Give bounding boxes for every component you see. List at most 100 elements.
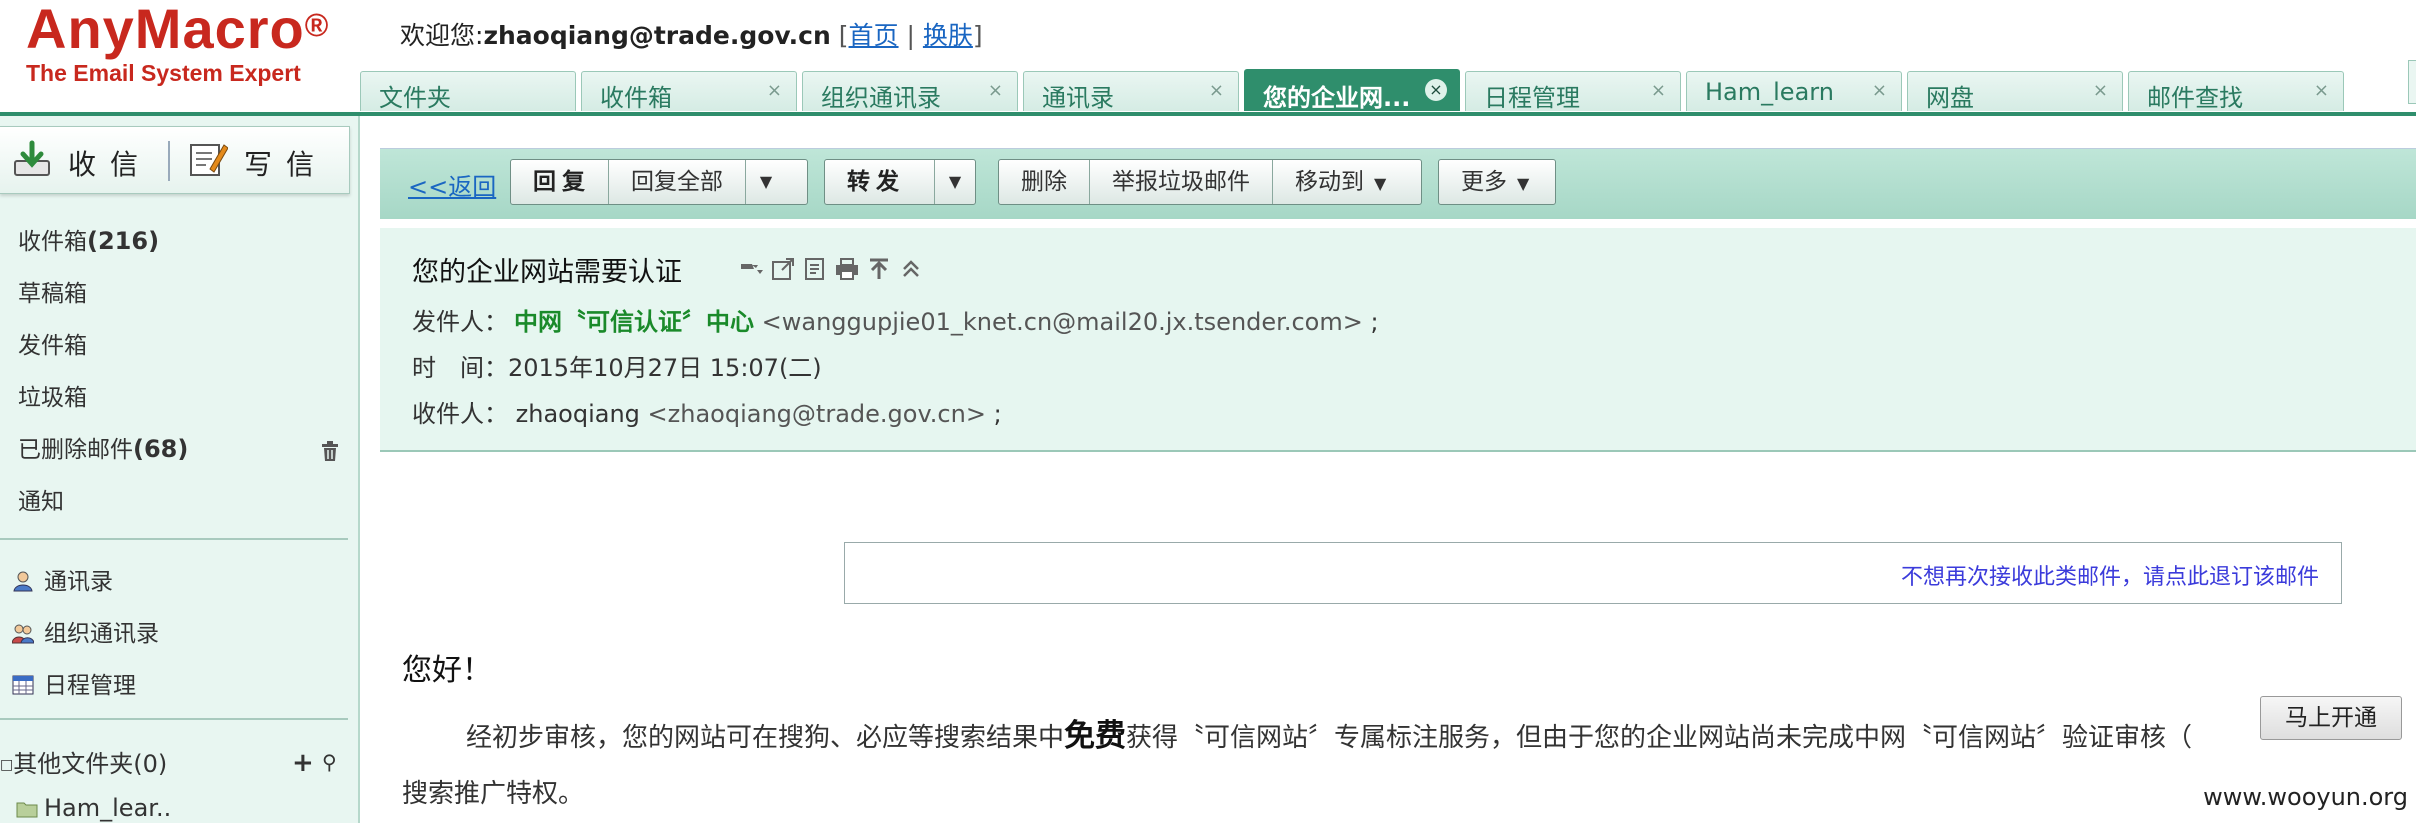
sidebar-item-calendar[interactable]: 日程管理 [12, 666, 136, 700]
folder-label: 收件箱 [18, 229, 87, 255]
sender-name[interactable]: 中网〝可信认证〞中心 [514, 308, 754, 336]
reply-button[interactable]: 回复 [511, 160, 609, 204]
top-header: AnyMacro® The Email System Expert 欢迎您:zh… [0, 0, 2416, 116]
unread-count: (216) [87, 227, 160, 255]
body-text: 经初步审核，您的网站可在搜狗、必应等搜索结果中 [466, 723, 1065, 753]
reply-all-button[interactable]: 回复全部 [609, 160, 746, 204]
header-divider [0, 112, 2416, 116]
move-top-icon[interactable] [866, 256, 892, 282]
to-row: 收件人： zhaoqiang <zhaoqiang@trade.gov.cn> … [412, 394, 1002, 429]
more-label: 更多 [1461, 169, 1507, 195]
emphasis-text: 免费 [1064, 718, 1127, 754]
skin-link[interactable]: 换肤 [923, 21, 973, 50]
collapse-icon[interactable]: □ [0, 757, 13, 773]
from-label: 发件人： [412, 308, 508, 336]
tab-label: 通讯录 [1042, 84, 1114, 112]
tab-folders[interactable]: 文件夹 [360, 71, 576, 112]
sidebar-item-org-contacts[interactable]: 组织通讯录 [12, 614, 159, 648]
welcome-bar: 欢迎您:zhaoqiang@trade.gov.cn [首页 | 换肤] [400, 16, 983, 52]
body-paragraph: 搜索推广特权。 [402, 779, 585, 809]
open-now-button[interactable]: 马上开通 [2260, 696, 2402, 740]
unsubscribe-link[interactable]: 不想再次接收此类邮件，请点此退订该邮件 [1901, 559, 2319, 591]
time-row: 时 间：2015年10月27日 15:07(二) [412, 348, 822, 383]
sidebar-item-label: 日程管理 [44, 673, 136, 699]
forward-dropdown-icon[interactable]: ▼ [935, 160, 975, 204]
from-terminator: ; [1370, 308, 1379, 336]
sidebar: 收信 写信 收件箱(216) 草稿箱 发件箱 垃圾箱 已删除邮件(68) 通知 … [0, 116, 360, 823]
forward-button[interactable]: 转发 [825, 160, 935, 204]
collapse-up-icon[interactable] [898, 256, 924, 282]
sidebar-divider [0, 538, 348, 540]
tab-label: 组织通讯录 [821, 84, 941, 112]
tab-label: 文件夹 [379, 84, 451, 112]
view-source-icon[interactable] [802, 256, 828, 282]
message-header: 您的企业网站需要认证 发件人： 中网〝可信认证〞中心 <wanggupjie01_… [380, 228, 2416, 452]
open-window-icon[interactable] [770, 256, 796, 282]
tab-current-message[interactable]: 您的企业网... × [1244, 69, 1460, 112]
compose-divider [168, 141, 170, 181]
tab-calendar[interactable]: 日程管理 × [1465, 71, 1681, 112]
folder-ham-learn[interactable]: Ham_lear.. [16, 794, 171, 822]
sidebar-divider [0, 718, 348, 720]
folder-label: 草稿箱 [18, 281, 87, 307]
close-icon[interactable]: × [1651, 80, 1666, 101]
reply-dropdown-icon[interactable]: ▼ [746, 160, 786, 204]
receive-label: 收信 [68, 148, 153, 181]
report-spam-button[interactable]: 举报垃圾邮件 [1090, 160, 1273, 204]
close-icon[interactable]: × [767, 80, 782, 101]
flag-icon[interactable] [738, 256, 764, 282]
print-icon[interactable] [834, 256, 860, 282]
tab-label: 收件箱 [600, 84, 672, 112]
watermark: www.wooyun.org [2203, 783, 2408, 811]
move-to-button[interactable]: 移动到 ▼ [1273, 160, 1396, 204]
empty-trash-icon[interactable] [320, 440, 340, 462]
logo-tagline: The Email System Expert [26, 60, 301, 86]
close-icon[interactable]: × [2093, 80, 2108, 101]
more-dropdown-icon: ▼ [1517, 174, 1530, 193]
sidebar-item-contacts[interactable]: 通讯录 [12, 562, 113, 596]
folder-notice[interactable]: 通知 [18, 482, 64, 516]
calendar-icon [12, 675, 34, 695]
folder-deleted[interactable]: 已删除邮件(68) [18, 430, 188, 464]
close-icon[interactable]: × [1872, 80, 1887, 101]
tab-contacts[interactable]: 通讯录 × [1023, 71, 1239, 112]
close-icon[interactable]: × [1209, 80, 1224, 101]
reply-group: 回复 回复全部 ▼ [510, 159, 808, 205]
write-label: 写信 [244, 148, 329, 181]
folder-label: 通知 [18, 489, 64, 515]
body-paragraph: 经初步审核，您的网站可在搜狗、必应等搜索结果中免费获得〝可信网站〞专属标注服务，… [466, 710, 2192, 755]
write-button[interactable]: 写信 [188, 137, 338, 183]
back-link[interactable]: <<返回 [408, 167, 496, 202]
close-icon[interactable]: × [1425, 79, 1447, 101]
tab-label: 网盘 [1926, 84, 1974, 112]
tab-netdisk[interactable]: 网盘 × [1907, 71, 2123, 112]
folder-drafts[interactable]: 草稿箱 [18, 274, 87, 308]
delete-button[interactable]: 删除 [999, 160, 1090, 204]
more-button[interactable]: 更多 ▼ [1439, 160, 1539, 204]
home-link[interactable]: 首页 [849, 21, 899, 50]
other-folders-toggle[interactable]: □其他文件夹(0) [0, 744, 167, 779]
folder-label: 已删除邮件 [18, 437, 133, 463]
pin-icon[interactable]: ⚲ [322, 750, 337, 774]
close-icon[interactable]: × [988, 80, 1003, 101]
folder-trash[interactable]: 垃圾箱 [18, 378, 87, 412]
recipient-name[interactable]: zhaoqiang [516, 400, 640, 428]
other-folders-label: 其他文件夹(0) [13, 750, 168, 778]
message-subject: 您的企业网站需要认证 [412, 257, 682, 288]
from-row: 发件人： 中网〝可信认证〞中心 <wanggupjie01_knet.cn@mai… [412, 302, 1379, 337]
tab-ham-learn[interactable]: Ham_learn × [1686, 71, 1902, 111]
tab-scroll-edge[interactable] [2408, 60, 2416, 104]
receive-button[interactable]: 收信 [12, 137, 162, 183]
link-separator: | [906, 21, 915, 50]
close-icon[interactable]: × [2314, 80, 2329, 101]
compose-bar: 收信 写信 [0, 126, 350, 194]
folder-sent[interactable]: 发件箱 [18, 326, 87, 360]
add-folder-icon[interactable]: + [292, 748, 314, 778]
tab-mail-search[interactable]: 邮件查找 × [2128, 71, 2344, 112]
tab-inbox[interactable]: 收件箱 × [581, 71, 797, 112]
folder-label: Ham_lear.. [44, 794, 172, 822]
tab-label: 您的企业网... [1263, 84, 1411, 112]
tab-org-contacts[interactable]: 组织通讯录 × [802, 71, 1018, 112]
folder-inbox[interactable]: 收件箱(216) [18, 222, 159, 256]
time-label: 时 间： [412, 354, 508, 382]
